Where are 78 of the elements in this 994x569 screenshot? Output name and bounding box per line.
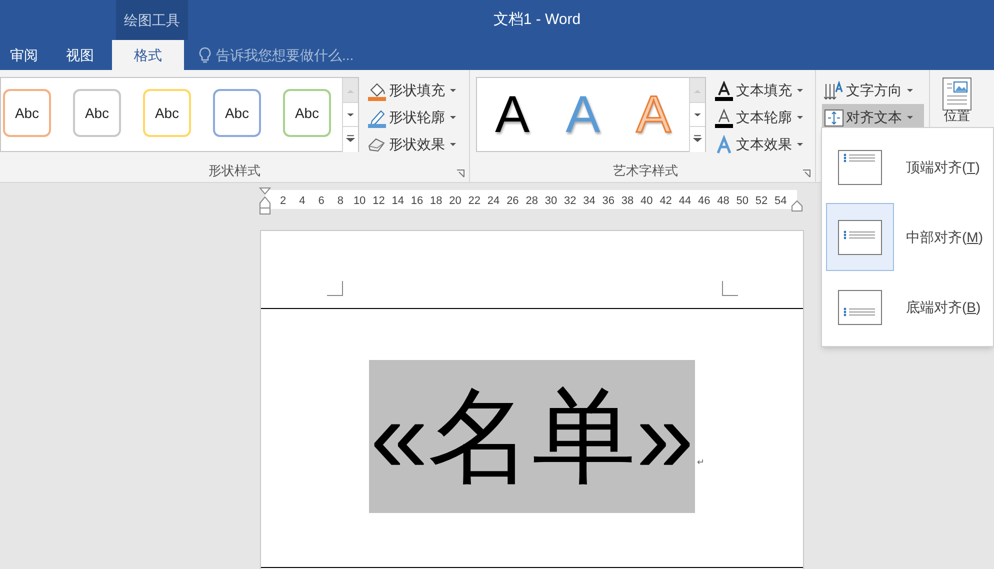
- menu-item-label[interactable]: 顶端对齐(T): [906, 156, 980, 178]
- ruler-number: 26: [506, 194, 520, 209]
- ruler-number: 14: [390, 194, 405, 209]
- ribbon-tab[interactable]: 审阅: [0, 40, 48, 70]
- ruler-number: 54: [774, 194, 788, 209]
- caret-icon: [797, 116, 803, 119]
- caret-icon: [907, 116, 913, 119]
- ruler-number: 6: [317, 194, 326, 209]
- position-icon: [942, 77, 972, 111]
- ruler-number: 34: [582, 194, 596, 209]
- caret-icon: [797, 89, 803, 92]
- align-middle-icon: [838, 220, 882, 254]
- ruler-number: 44: [678, 194, 692, 209]
- menu-item-label[interactable]: 底端对齐(B): [906, 296, 981, 318]
- ruler-number: 46: [697, 194, 712, 209]
- ruler-number: 42: [658, 194, 673, 209]
- ruler-number: 30: [544, 194, 558, 209]
- ribbon-command[interactable]: 形状轮廓: [365, 104, 461, 131]
- align-top-icon: [838, 150, 882, 184]
- fill-icon: [714, 80, 734, 100]
- group-label: 形状样式: [208, 162, 260, 180]
- ruler-number: 36: [601, 194, 616, 209]
- shape-style-swatch[interactable]: Abc: [213, 89, 261, 137]
- ribbon-command[interactable]: 文字方向: [822, 77, 924, 104]
- context-tab-group: 绘图工具: [116, 0, 188, 40]
- shape-style-swatch[interactable]: Abc: [73, 89, 121, 137]
- ruler-number: 8: [336, 194, 344, 209]
- text-box[interactable]: «名单»: [369, 360, 695, 513]
- ruler-number: 28: [524, 194, 539, 209]
- ruler-number: 32: [563, 194, 578, 209]
- shape-style-swatch[interactable]: Abc: [3, 89, 51, 137]
- outline-icon: [367, 108, 387, 128]
- position-label[interactable]: 位置: [944, 109, 970, 123]
- ruler-number: 38: [620, 194, 635, 209]
- outline-icon: [714, 108, 734, 128]
- ruler-number: 40: [640, 194, 654, 209]
- ribbon-command[interactable]: 文本效果: [712, 131, 808, 158]
- caret-icon: [907, 89, 913, 92]
- ruler-number: 50: [735, 194, 750, 209]
- caret-icon: [797, 143, 803, 146]
- ruler-number: 48: [716, 194, 730, 209]
- caret-icon: [450, 143, 456, 146]
- ruler-number: 16: [410, 194, 424, 209]
- tell-me-field[interactable]: 告诉我您想要做什么...: [216, 44, 416, 66]
- lightbulb-icon: [198, 46, 212, 64]
- group-label: 艺术字样式: [613, 162, 678, 180]
- ribbon-command[interactable]: 文本填充: [712, 77, 808, 104]
- dialog-launcher-icon: [802, 169, 811, 178]
- align-option-button[interactable]: [826, 203, 894, 271]
- caret-icon: [450, 89, 456, 92]
- direction-icon: [824, 80, 844, 100]
- ruler-number: 22: [467, 194, 482, 209]
- ribbon-tab[interactable]: 视图: [56, 40, 104, 70]
- shape-style-swatch[interactable]: Abc: [283, 89, 331, 137]
- crop-mark: [327, 281, 343, 296]
- ruler-number: 20: [448, 194, 462, 209]
- ribbon-command[interactable]: 文本轮廓: [712, 104, 808, 131]
- ribbon-command[interactable]: 形状效果: [365, 131, 461, 158]
- menu-item-label[interactable]: 中部对齐(M): [906, 226, 984, 248]
- dialog-launcher-icon: [456, 169, 465, 178]
- ribbon-command[interactable]: 形状填充: [365, 77, 461, 104]
- effect-icon: [714, 134, 734, 154]
- wordart-style-sample[interactable]: A: [485, 88, 540, 140]
- ruler-number: 24: [486, 194, 501, 209]
- paragraph-mark: ↵: [697, 456, 705, 468]
- shape-style-swatch[interactable]: Abc: [143, 89, 191, 137]
- ruler-number: 52: [754, 194, 769, 209]
- window-title: 文档1 - Word: [492, 10, 582, 30]
- ruler-number: 12: [372, 194, 386, 209]
- ruler-number: 18: [429, 194, 444, 209]
- ruler-number: 2: [278, 194, 288, 209]
- ribbon-tab[interactable]: 格式: [112, 40, 184, 70]
- fill-icon: [367, 80, 387, 100]
- align-bottom-icon: [838, 290, 882, 324]
- caret-icon: [450, 116, 456, 119]
- ruler-number: 10: [352, 194, 367, 209]
- crop-mark: [722, 281, 738, 296]
- ruler-number: 4: [298, 194, 306, 209]
